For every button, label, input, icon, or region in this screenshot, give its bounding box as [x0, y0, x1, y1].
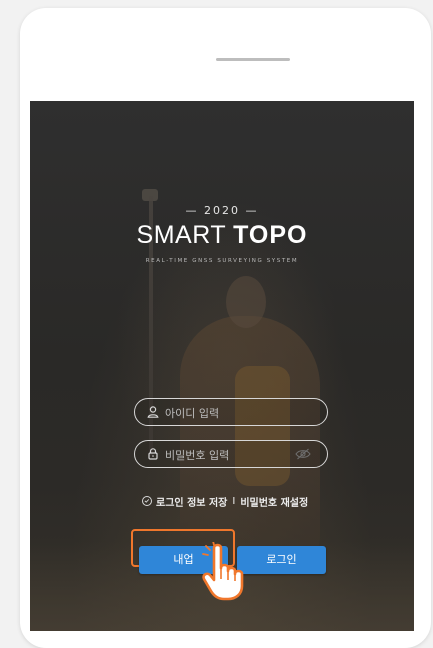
password-placeholder: 비밀번호 입력 [165, 449, 230, 462]
login-options-row: 로그인 정보 저장 I 비밀번호 재설정 [142, 494, 308, 509]
logo-text-bold: TOPO [233, 221, 308, 249]
surveyor-vest-image [235, 366, 290, 486]
phone-speaker [216, 58, 290, 61]
check-circle-icon [144, 499, 150, 503]
lock-icon [148, 448, 158, 460]
save-login-label[interactable]: 로그인 정보 저장 [156, 494, 227, 509]
reset-password-link[interactable]: 비밀번호 재설정 [240, 494, 308, 509]
hand-pointer-icon [202, 542, 244, 601]
save-login-checkbox[interactable] [142, 496, 152, 506]
logo-text-light: SMART [136, 221, 227, 249]
app-tagline: REAL-TIME GNSS SURVEYING SYSTEM [145, 258, 299, 264]
password-input[interactable]: 비밀번호 입력 [134, 440, 328, 468]
app-logo: SMART TOPO [30, 221, 414, 250]
options-separator: I [232, 495, 236, 507]
id-placeholder: 아이디 입력 [165, 407, 220, 420]
id-input[interactable]: 아이디 입력 [134, 398, 328, 426]
year-label: — 2020 — [185, 204, 259, 217]
surveyor-head-image [226, 276, 266, 328]
eye-icon[interactable] [295, 448, 311, 460]
user-icon [147, 406, 159, 418]
